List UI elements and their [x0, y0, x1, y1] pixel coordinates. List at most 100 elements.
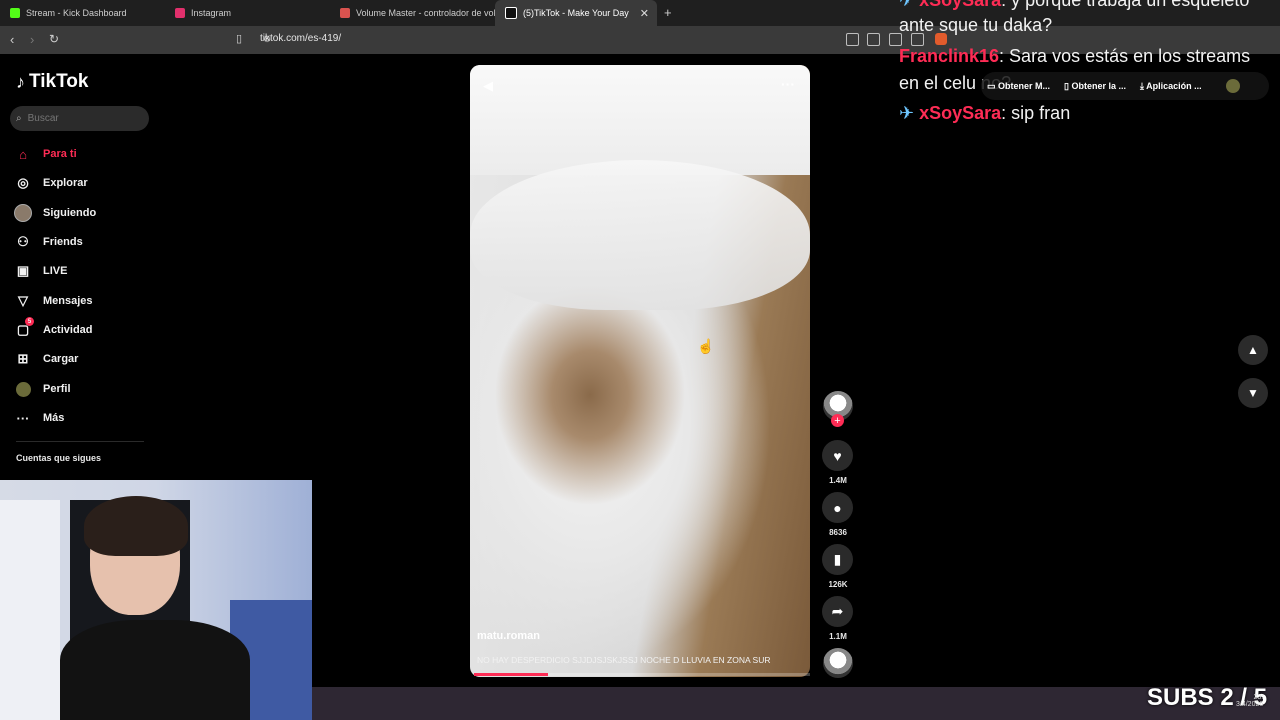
sidebar-item-label: Explorar — [43, 177, 88, 189]
chat-message: ✈ xSoySara: y porque trabaja un esquelet… — [899, 0, 1249, 11]
clock-time: 23: — [1253, 694, 1264, 701]
sidebar-item-label: Para ti — [43, 148, 77, 160]
more-options-icon[interactable]: ··· — [781, 76, 795, 92]
sidebar-item-label: Cargar — [43, 353, 79, 365]
clock: 23: 3/4/2026 — [1236, 694, 1263, 708]
live-icon: ▣ — [16, 263, 30, 278]
user-avatar[interactable] — [1225, 79, 1240, 93]
chat-user: xSoySara — [919, 103, 1002, 123]
sidebar-item-cargar[interactable]: ⊞ Cargar — [14, 348, 79, 370]
url-field[interactable]: tiktok.com/es-419/ — [260, 33, 341, 44]
tab-kick[interactable]: Stream - Kick Dashboard — [0, 0, 165, 26]
sidebar-item-mas[interactable]: ··· Más — [14, 407, 65, 429]
chevron-up-icon: ▲ — [1247, 343, 1259, 357]
sidebar-item-explorar[interactable]: ◎ Explorar — [14, 172, 88, 194]
webcam-overlay — [0, 480, 312, 720]
save-button[interactable]: ▮ — [822, 544, 853, 575]
get-app-item[interactable]: ▯ Obtener la ... — [1064, 81, 1126, 92]
sidebar-item-label: Mensajes — [43, 295, 93, 307]
get-app-item[interactable]: ⤓ Aplicación ... — [1140, 81, 1202, 92]
translate-icon[interactable] — [867, 33, 880, 46]
share-arrow-icon: ➦ — [831, 603, 844, 619]
video-player[interactable] — [470, 65, 810, 677]
sidebar-divider — [16, 441, 144, 442]
tiktok-note-icon: ♪ — [16, 71, 25, 92]
sidebar-item-mensajes[interactable]: ▽ Mensajes — [14, 290, 93, 312]
bookmark-icon[interactable]: ▯ — [236, 32, 242, 45]
extension-icon[interactable] — [846, 33, 859, 46]
sidebar-item-perfil[interactable]: Perfil — [14, 378, 71, 400]
kick-icon — [10, 8, 20, 18]
webcam-person-shirt — [60, 620, 250, 720]
save-count: 126K — [828, 580, 848, 589]
heart-icon: ♥ — [833, 447, 842, 464]
chat-text: ante sque tu daka? — [899, 15, 1053, 35]
previous-video-button[interactable]: ▲ — [1238, 335, 1268, 365]
reload-icon[interactable]: ↻ — [49, 32, 59, 46]
like-count: 1.4M — [829, 476, 847, 485]
follow-plus-icon[interactable]: + — [831, 414, 844, 427]
tab-title: Instagram — [191, 8, 232, 18]
sidebar-item-label: Perfil — [43, 383, 71, 395]
instagram-icon — [175, 8, 185, 18]
chat-user: Franclink16 — [899, 46, 1000, 66]
sidebar-item-live[interactable]: ▣ LIVE — [14, 260, 68, 282]
share-count: 1.1M — [829, 632, 847, 641]
sidebar-item-label: LIVE — [43, 265, 68, 277]
chat-message: ante sque tu daka? — [899, 15, 1052, 36]
search-icon: ⌕ — [16, 113, 22, 124]
tab-tiktok[interactable]: (5)TikTok - Make Your Day ✕ — [495, 0, 657, 26]
get-app-bar: ▭ Obtener M... ▯ Obtener la ... ⤓ Aplica… — [981, 72, 1269, 100]
get-app-item[interactable]: ▭ Obtener M... — [987, 81, 1050, 92]
mute-icon[interactable]: ◀ — [483, 78, 493, 94]
next-video-button[interactable]: ▼ — [1238, 378, 1268, 408]
video-author[interactable]: matu.roman — [477, 630, 540, 642]
chevron-down-icon: ▼ — [1247, 386, 1259, 400]
sidebar-item-label: Más — [43, 412, 65, 424]
tiktok-logo[interactable]: ♪ TikTok — [16, 71, 88, 93]
webcam-person-hair — [84, 496, 188, 556]
comment-button[interactable]: ● — [822, 492, 853, 523]
chat-message: ✈ xSoySara: sip fran — [899, 103, 1070, 124]
tab-title: (5)TikTok - Make Your Day — [523, 8, 629, 18]
like-button[interactable]: ♥ — [822, 440, 853, 471]
chat-text: : Sara vos estás en los streams — [999, 46, 1251, 66]
chat-text: : y porque trabaja un esqueleto — [1001, 0, 1250, 10]
tiktok-icon — [505, 7, 517, 19]
volume-master-icon — [340, 8, 350, 18]
close-tab-icon[interactable]: ✕ — [640, 7, 649, 20]
tab-title: Stream - Kick Dashboard — [26, 8, 127, 18]
logo-text: TikTok — [29, 71, 89, 92]
forward-icon[interactable]: › — [30, 32, 34, 47]
clock-date: 3/4/2026 — [1236, 701, 1264, 708]
tab-volume-master[interactable]: Volume Master - controlador de volu — [330, 0, 495, 26]
sidebar-item-friends[interactable]: ⚇ Friends — [14, 231, 83, 253]
sidebar-item-actividad[interactable]: ▢ 5 Actividad — [14, 317, 93, 341]
sidebar-item-label: Actividad — [43, 324, 93, 336]
cursor-icon: ☝ — [697, 338, 715, 354]
share-button[interactable]: ➦ — [822, 596, 853, 627]
profile-icon — [14, 380, 32, 398]
back-icon[interactable]: ‹ — [10, 32, 14, 47]
friends-icon: ⚇ — [17, 234, 29, 249]
tab-title: Volume Master - controlador de volu — [356, 8, 495, 18]
video-progress-fill — [474, 673, 548, 676]
tab-instagram[interactable]: Instagram — [165, 0, 330, 26]
upload-icon: ⊞ — [17, 351, 29, 366]
comment-count: 8636 — [829, 528, 847, 537]
get-app-label: Obtener la ... — [1071, 80, 1126, 91]
chat-message: Franclink16: Sara vos estás en los strea… — [899, 46, 1250, 67]
search-input[interactable] — [25, 112, 140, 125]
sidebar-item-siguiendo[interactable]: Siguiendo — [14, 202, 96, 224]
sound-avatar[interactable] — [823, 648, 853, 678]
video-progress[interactable] — [474, 673, 810, 676]
verified-icon: ✈ — [899, 103, 915, 123]
chat-user: xSoySara — [919, 0, 1002, 10]
sidebar-item-label: Friends — [43, 236, 83, 248]
new-tab-icon[interactable]: + — [664, 5, 672, 20]
video-frame-lid — [470, 160, 810, 310]
taskbar — [312, 687, 1280, 720]
send-icon: ▽ — [18, 293, 28, 308]
sidebar-item-para-ti[interactable]: ⌂ Para ti — [14, 143, 77, 165]
search-box[interactable]: ⌕ — [10, 106, 149, 131]
